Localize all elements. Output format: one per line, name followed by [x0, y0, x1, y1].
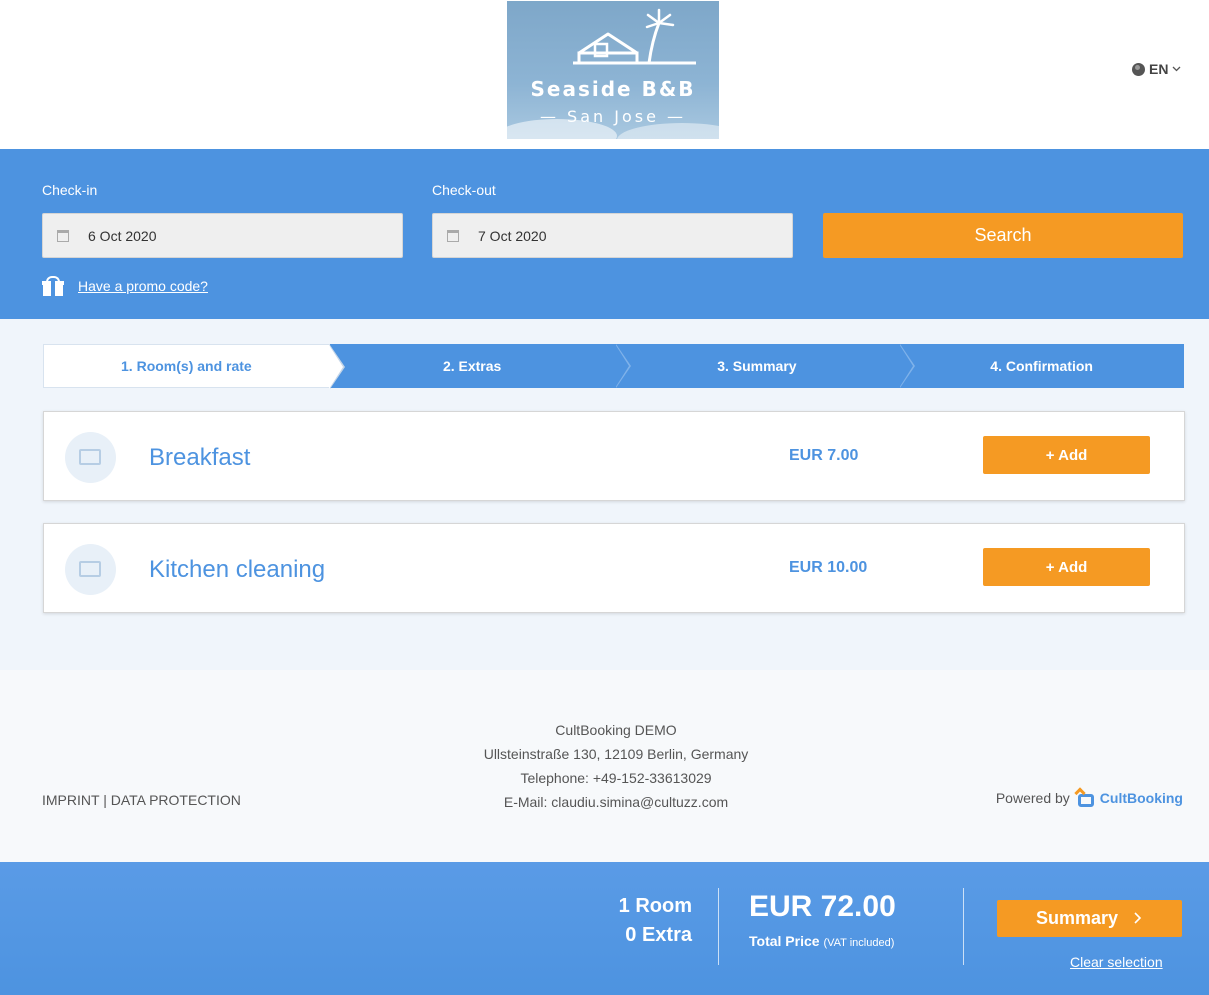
promo-code-link[interactable]: Have a promo code? — [78, 278, 208, 294]
clear-selection-link[interactable]: Clear selection — [1070, 954, 1163, 970]
extra-name: Kitchen cleaning — [149, 556, 326, 583]
image-placeholder-icon — [79, 561, 101, 577]
step-label: 1. Room(s) and rate — [121, 358, 252, 374]
total-label: Total Price — [749, 933, 820, 949]
imprint-data-protection-links[interactable]: IMPRINT | DATA PROTECTION — [42, 792, 241, 808]
step-label: 3. Summary — [717, 358, 797, 374]
extra-thumbnail — [65, 544, 116, 595]
checkout-label: Check-out — [432, 182, 496, 198]
extra-thumbnail — [65, 432, 116, 483]
vat-note: (VAT included) — [823, 937, 895, 949]
total-price-label: Total Price (VAT included) — [749, 933, 894, 949]
calendar-icon — [447, 230, 459, 242]
extra-item-kitchen-cleaning: Kitchen cleaning EUR 10.00 + Add — [43, 523, 1185, 613]
main-content: 1. Room(s) and rate 2. Extras 3. Summary… — [0, 319, 1209, 670]
checkout-input[interactable]: 7 Oct 2020 — [432, 213, 793, 258]
extra-item-breakfast: Breakfast EUR 7.00 + Add — [43, 411, 1185, 501]
extra-count: 0 Extra — [625, 924, 692, 946]
powered-by: Powered by CultBooking — [995, 787, 1183, 807]
divider — [718, 888, 719, 965]
add-kitchen-cleaning-button[interactable]: + Add — [983, 548, 1150, 586]
powered-by-label: Powered by — [995, 790, 1070, 806]
add-breakfast-button[interactable]: + Add — [983, 436, 1150, 474]
step-label: 4. Confirmation — [990, 358, 1093, 374]
gift-icon — [42, 276, 64, 296]
total-price: EUR 72.00 — [749, 890, 896, 923]
footer-links: IMPRINT | DATA PROTECTION — [42, 792, 241, 808]
language-label: EN — [1149, 61, 1169, 77]
checkin-input[interactable]: 6 Oct 2020 — [42, 213, 403, 258]
checkout-value: 7 Oct 2020 — [478, 227, 547, 244]
summary-button[interactable]: Summary — [997, 900, 1182, 937]
calendar-icon — [57, 230, 69, 242]
language-selector[interactable]: EN — [1132, 61, 1181, 77]
search-button[interactable]: Search — [823, 213, 1183, 258]
extra-name: Breakfast — [149, 444, 251, 471]
hotel-logo[interactable]: Seaside B&B — San Jose — — [507, 1, 719, 139]
checkin-value: 6 Oct 2020 — [88, 227, 157, 244]
room-count: 1 Room — [618, 895, 692, 917]
globe-icon — [1132, 62, 1145, 76]
chevron-down-icon — [1172, 66, 1181, 72]
street-address: Ullsteinstraße 130, 12109 Berlin, German… — [483, 746, 749, 762]
cultbooking-logo-icon — [1074, 787, 1096, 807]
search-panel: Check-in 6 Oct 2020 Check-out 7 Oct 2020… — [0, 149, 1209, 319]
cultbooking-logo[interactable]: CultBooking — [1074, 787, 1183, 807]
selection-counts: 1 Room 0 Extra — [619, 892, 692, 950]
booking-steps: 1. Room(s) and rate 2. Extras 3. Summary… — [43, 344, 1184, 389]
cultbooking-brand: CultBooking — [1099, 790, 1183, 806]
checkin-label: Check-in — [42, 182, 98, 198]
telephone: Telephone: +49-152-33613029 — [520, 770, 712, 786]
footer: IMPRINT | DATA PROTECTION CultBooking DE… — [0, 670, 1209, 862]
booking-summary-bar: 1 Room 0 Extra EUR 72.00 Total Price (VA… — [0, 862, 1209, 995]
step-rooms-and-rate[interactable]: 1. Room(s) and rate — [43, 344, 345, 389]
chevron-right-icon — [1134, 912, 1142, 924]
extra-price: EUR 7.00 — [789, 447, 859, 464]
summary-label: Summary — [1035, 908, 1119, 928]
divider — [963, 888, 964, 965]
email: E-Mail: claudiu.simina@cultuzz.com — [503, 794, 729, 810]
step-extras[interactable]: 2. Extras — [329, 344, 631, 388]
step-summary[interactable]: 3. Summary — [614, 344, 916, 388]
promo-code-row: Have a promo code? — [42, 276, 208, 296]
logo-title: Seaside B&B — [530, 77, 696, 101]
company-address: CultBooking DEMO Ullsteinstraße 130, 121… — [416, 718, 816, 814]
extra-price: EUR 10.00 — [789, 559, 868, 576]
company-name: CultBooking DEMO — [555, 722, 677, 738]
step-confirmation[interactable]: 4. Confirmation — [899, 344, 1184, 388]
header: Seaside B&B — San Jose — EN — [0, 0, 1209, 149]
step-label: 2. Extras — [442, 358, 502, 374]
image-placeholder-icon — [79, 449, 101, 465]
